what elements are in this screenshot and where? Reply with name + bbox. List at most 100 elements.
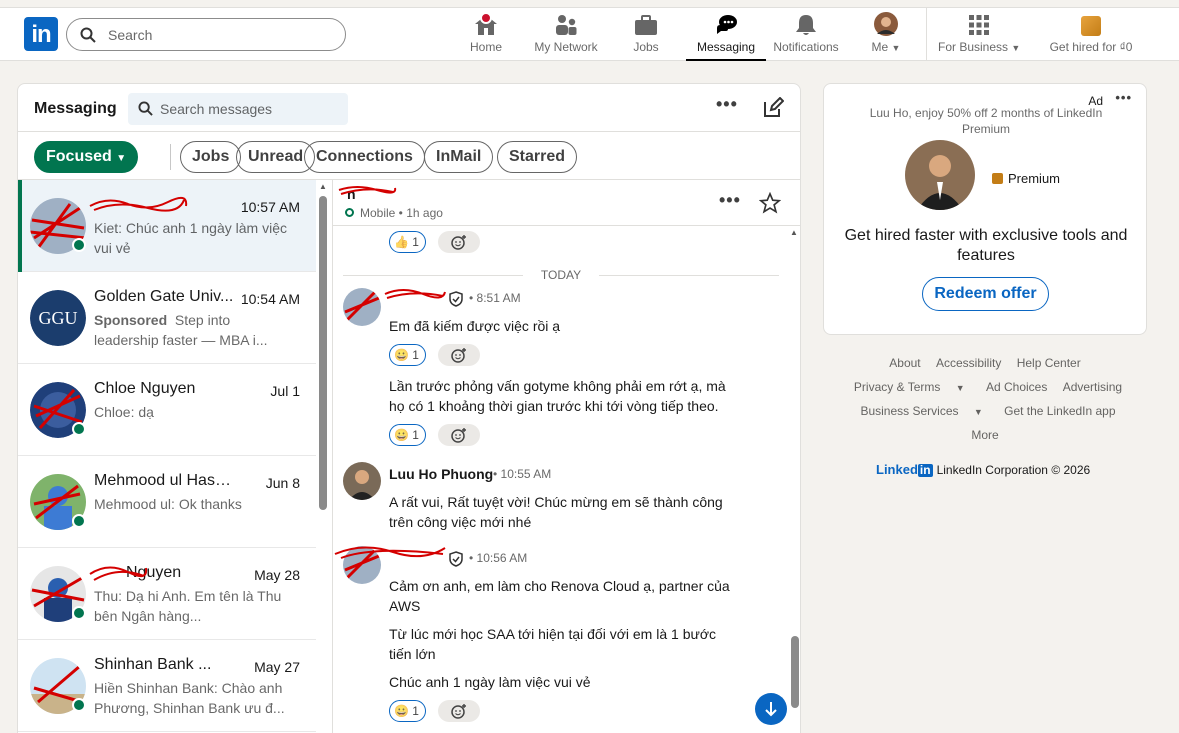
emoji-add-icon [451,348,466,363]
more-options-icon[interactable]: ••• [716,94,738,115]
footer-link-help-center[interactable]: Help Center [1017,356,1081,370]
footer-row: About Accessibility Help Center [823,356,1147,370]
message-text: A rất vui, Rất tuyệt vời! Chúc mừng em s… [389,494,723,530]
redeem-offer-button[interactable]: Redeem offer [922,277,1049,311]
redaction-scribble [338,186,397,195]
filter-focused[interactable]: Focused ▼ [34,141,139,173]
search-icon [80,27,96,43]
nav-jobs[interactable]: Jobs [626,10,666,60]
jump-to-latest-button[interactable] [755,693,787,725]
ad-text: Luu Ho, enjoy 50% off 2 months of Linked… [869,106,1103,136]
bell-icon [796,15,816,35]
conversation-item[interactable]: Nguyen May 28 Thu: Dạ hi Anh. Em tên là … [18,548,316,640]
footer-link-accessibility[interactable]: Accessibility [936,356,1001,370]
scrollbar-thumb[interactable] [791,636,799,708]
conversation-time: 10:54 AM [240,291,300,307]
date-divider: TODAY [333,268,789,282]
filter-connections[interactable]: Connections [304,141,425,173]
add-reaction-button[interactable] [438,424,480,446]
premium-icon [1081,16,1101,36]
add-reaction-button[interactable] [438,700,480,722]
thread-options-icon[interactable]: ••• [719,190,741,211]
reaction-laugh[interactable]: 😀 1 [389,424,426,446]
conversation-scrollbar[interactable]: ▲ [318,180,330,733]
footer-link-get-app[interactable]: Get the LinkedIn app [1004,404,1115,418]
footer-link-ad-choices[interactable]: Ad Choices [986,380,1047,394]
footer-link-advertising[interactable]: Advertising [1063,380,1122,394]
footer-link-more[interactable]: More [971,428,998,442]
messaging-title: Messaging [34,100,117,117]
conversation-item[interactable]: GGU Golden Gate Univ... 10:54 AM Sponsor… [18,272,316,364]
reaction-like[interactable]: 👍 1 [389,231,426,253]
nav-my-network[interactable]: My Network [532,10,600,60]
message-sender[interactable]: Luu Ho Phuong [389,466,493,482]
thread-scrollbar[interactable]: ▲ [789,226,800,733]
notification-badge [480,12,492,24]
message-text: Từ lúc mới học SAA tới hiện tại đối với … [389,626,717,662]
scrollbar-thumb[interactable] [319,196,327,510]
avatar [343,462,381,500]
nav-messaging[interactable]: Messaging [686,10,766,61]
verified-icon [449,551,463,567]
search-placeholder: Search [108,27,153,43]
online-indicator [72,698,86,712]
nav-label: Get hired for ₫0 [1049,40,1133,54]
compose-icon[interactable] [763,97,784,118]
nav-notifications[interactable]: Notifications [770,10,842,60]
conversation-preview: Hiền Shinhan Bank: Chào anh Phương, Shin… [94,680,285,716]
avatar [343,288,381,326]
online-indicator [72,422,86,436]
conversation-preview: Chloe: dạ [94,404,154,420]
browser-edge [0,0,1179,8]
filter-bar: Focused ▼ Jobs Unread Connections InMail… [18,132,800,180]
messaging-panel: Messaging Search messages ••• Focused ▼ … [17,83,801,733]
online-indicator [72,606,86,620]
nav-home[interactable]: Home [466,10,506,60]
reaction-laugh[interactable]: 😀 1 [389,344,426,366]
premium-ad-card: Ad ••• Luu Ho, enjoy 50% off 2 months of… [823,83,1147,335]
nav-me[interactable]: Me ▼ [866,10,906,60]
online-indicator [72,514,86,528]
nav-label: Jobs [633,40,659,54]
nav-label: Me ▼ [871,40,901,54]
sponsored-label: Sponsored [94,312,168,328]
message-time: • 10:55 AM [493,467,552,481]
add-reaction-button[interactable] [438,344,480,366]
conversation-name: Chloe Nguyen [94,380,196,397]
conversation-item[interactable]: Mehmood ul Hassan Jun 8 Mehmood ul: Ok t… [18,456,316,548]
add-reaction-button[interactable] [438,231,480,253]
reaction-laugh[interactable]: 😀 1 [389,700,426,722]
presence-icon [345,208,354,217]
footer-row: Privacy & Terms ▼ Ad Choices Advertising [823,380,1147,394]
ad-headline: Get hired faster with exclusive tools an… [844,227,1128,264]
conversation-preview: Kiet: Chúc anh 1 ngày làm việc vui vẻ [94,220,287,256]
svg-text:GGU: GGU [39,308,78,328]
global-search[interactable]: Search [66,18,346,51]
linkedin-logo[interactable]: in [24,17,58,51]
footer-link-privacy-terms[interactable]: Privacy & Terms ▼ [848,380,971,394]
conversation-name: Shinhan Bank ... [94,656,212,673]
footer-link-business-services[interactable]: Business Services ▼ [854,404,988,418]
ad-options-icon[interactable]: ••• [1115,90,1132,105]
avatar: GGU [30,290,86,346]
conversation-preview: Mehmood ul: Ok thanks [94,496,242,512]
conversation-item[interactable]: Chloe Nguyen Jul 1 Chloe: dạ [18,364,316,456]
conversation-time: Jul 1 [270,383,300,399]
conversation-time: May 27 [254,659,300,675]
nav-get-hired[interactable]: Get hired for ₫0 [1045,10,1137,60]
message-text: Lần trước phỏng vấn gotyme không phải em… [389,378,726,414]
filter-starred[interactable]: Starred [497,141,578,173]
nav-label: For Business ▼ [938,40,1021,54]
search-messages-input[interactable]: Search messages [128,93,348,125]
message-text: Chúc anh 1 ngày làm việc vui vẻ [389,674,591,690]
filter-jobs[interactable]: Jobs [180,141,242,173]
redaction-scribble [384,289,446,299]
nav-for-business[interactable]: For Business ▼ [938,10,1020,60]
filter-inmail[interactable]: InMail [424,141,494,173]
global-nav: in Search Home My Network Jobs Messaging… [0,0,1179,61]
conversation-item[interactable]: Shinhan Bank ... May 27 Hiền Shinhan Ban… [18,640,316,732]
footer-link-about[interactable]: About [889,356,920,370]
messaging-icon [717,15,737,34]
star-icon[interactable] [759,192,781,214]
conversation-item[interactable]: 10:57 AM Kiet: Chúc anh 1 ngày làm việc … [18,180,316,272]
